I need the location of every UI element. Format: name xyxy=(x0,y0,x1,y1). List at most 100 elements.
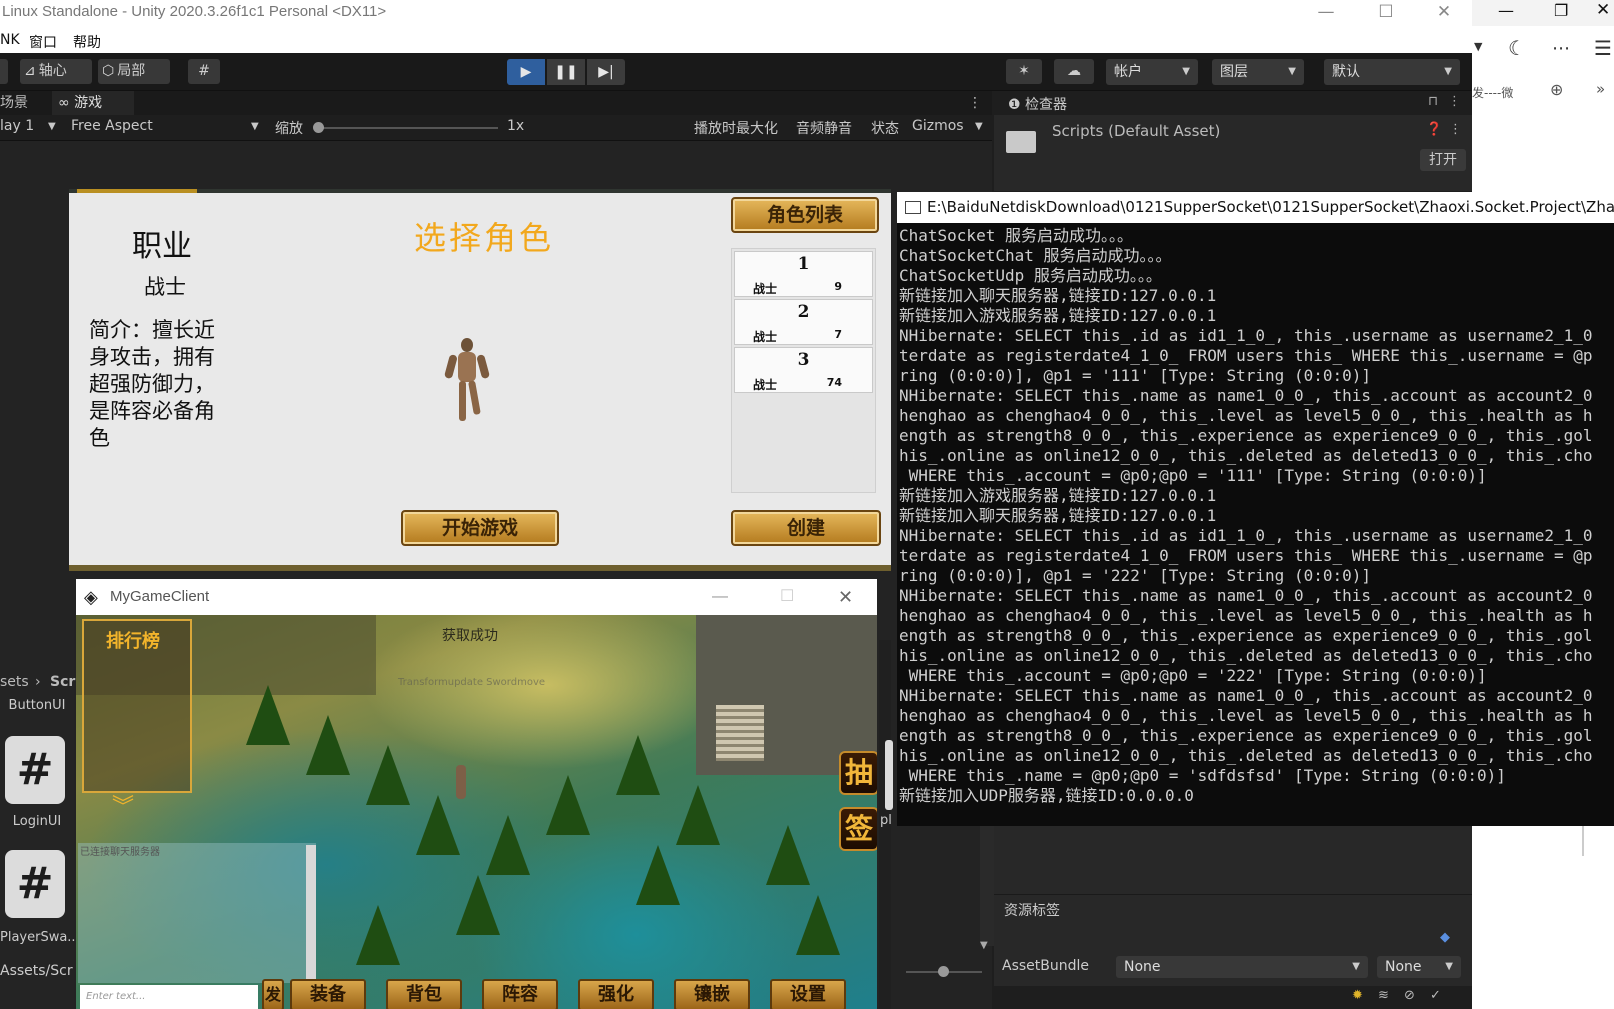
tag-icon[interactable]: ◆ xyxy=(1440,930,1450,945)
maximize-on-play-toggle[interactable]: 播放时最大化 xyxy=(694,118,778,138)
play-button[interactable]: ▶ xyxy=(507,59,545,85)
console-line: ength as strength8_0_0_, this_.experienc… xyxy=(899,726,1593,745)
kebab-menu-icon[interactable]: ⋮ xyxy=(1449,122,1462,137)
enhance-button[interactable]: 强化 xyxy=(578,979,654,1009)
equipment-button[interactable]: 装备 xyxy=(290,979,366,1009)
assetbundle-dropdown[interactable]: None ▼ xyxy=(1116,956,1368,978)
minimize-icon[interactable]: — xyxy=(1298,0,1354,26)
minimize-icon[interactable]: — xyxy=(1498,1,1514,20)
unity-window-title: Linux Standalone - Unity 2020.3.26f1c1 P… xyxy=(2,3,387,20)
pause-icon: ❚❚ xyxy=(554,64,578,80)
stats-toggle[interactable]: 状态 xyxy=(871,118,899,138)
settings-button[interactable]: 设置 xyxy=(770,979,846,1009)
menu-item-nk[interactable]: NK xyxy=(0,32,20,48)
tab-inspector[interactable]: ❶ 检查器 xyxy=(1008,94,1067,114)
console-line: NHibernate: SELECT this_.name as name1_0… xyxy=(899,586,1593,605)
role-card[interactable]: 2 战士 7 xyxy=(734,299,873,345)
draw-button[interactable]: 抽 xyxy=(839,751,877,795)
menu-item-help[interactable]: 帮助 xyxy=(73,32,101,52)
aspect-dropdown[interactable]: Free Aspect xyxy=(71,118,153,134)
check-circle-icon[interactable]: ✓ xyxy=(1430,988,1441,1003)
maximize-icon[interactable]: ☐ xyxy=(1358,0,1414,26)
csharp-script-icon[interactable]: # xyxy=(5,850,65,918)
assetbundle-variant-dropdown[interactable]: None ▼ xyxy=(1377,956,1461,978)
tab-scene[interactable]: 场景 xyxy=(0,91,50,115)
toolbar-edge-button[interactable] xyxy=(0,59,8,84)
bug-icon[interactable]: ✹ xyxy=(1352,988,1363,1003)
close-icon[interactable]: ✕ xyxy=(1596,0,1610,20)
start-game-button[interactable]: 开始游戏 xyxy=(401,510,559,546)
asset-item-label[interactable]: ButtonUI xyxy=(0,698,74,713)
stack-icon[interactable]: ≋ xyxy=(1378,988,1389,1003)
chat-scrollbar[interactable] xyxy=(306,845,316,981)
zoom-slider-handle[interactable] xyxy=(938,966,949,977)
chevron-down-icon: ▼ xyxy=(1445,961,1453,972)
scale-slider-handle[interactable] xyxy=(313,122,324,133)
account-dropdown[interactable]: 帐户 ▼ xyxy=(1106,59,1198,85)
scrollbar-track[interactable] xyxy=(980,826,994,946)
globe-icon: ⊕ xyxy=(1550,80,1564,99)
pause-button[interactable]: ❚❚ xyxy=(547,59,585,85)
grid-snap-button[interactable]: # xyxy=(188,59,220,84)
menu-icon[interactable]: ☰ xyxy=(1594,36,1612,60)
open-button[interactable]: 打开 xyxy=(1420,149,1466,171)
csharp-script-icon[interactable]: # xyxy=(5,736,65,804)
kebab-menu-icon[interactable]: ⋮ xyxy=(1448,94,1461,109)
play-icon: ▶ xyxy=(520,64,532,80)
network-off-icon[interactable]: ⊘ xyxy=(1404,988,1415,1003)
step-button[interactable]: ▶| xyxy=(587,59,625,85)
role-card[interactable]: 3 战士 74 xyxy=(734,347,873,393)
maximize-icon[interactable]: ☐ xyxy=(780,579,794,615)
role-name: 2 xyxy=(797,302,810,322)
display-dropdown[interactable]: lay 1 xyxy=(0,118,34,134)
inlay-button[interactable]: 镶嵌 xyxy=(674,979,750,1009)
lock-icon[interactable]: ⊓ xyxy=(1428,94,1438,109)
restore-icon[interactable]: ❐ xyxy=(1554,1,1568,20)
role-card[interactable]: 1 战士 9 xyxy=(734,251,873,297)
chevron-down-icon[interactable]: ︾ xyxy=(112,789,134,821)
gizmos-toggle[interactable]: Gizmos xyxy=(912,118,964,134)
chevron-down-icon[interactable]: ▼ xyxy=(975,121,983,132)
scrollbar-thumb[interactable] xyxy=(885,740,893,810)
console-line: NHibernate: SELECT this_.name as name1_0… xyxy=(899,386,1593,405)
close-icon[interactable]: ✕ xyxy=(838,579,853,615)
more-icon[interactable]: ⋯ xyxy=(1552,38,1570,59)
help-icon[interactable]: ❓ xyxy=(1426,122,1442,137)
browser-tab-text[interactable]: 发----微 xyxy=(1472,84,1513,101)
layers-dropdown[interactable]: 图层 ▼ xyxy=(1212,59,1304,85)
layout-dropdown[interactable]: 默认 ▼ xyxy=(1324,59,1460,85)
menu-item-window[interactable]: 窗口 xyxy=(29,32,57,52)
chevron-down-icon[interactable]: ▼ xyxy=(980,940,988,951)
mute-audio-toggle[interactable]: 音频静音 xyxy=(796,118,852,138)
class-name: 战士 xyxy=(144,275,186,299)
cloud-button[interactable]: ☁ xyxy=(1054,59,1094,84)
asset-item-label[interactable]: PlayerSwa... xyxy=(0,930,80,945)
bag-button[interactable]: 背包 xyxy=(386,979,462,1009)
collab-button[interactable]: ✶ xyxy=(1006,59,1042,84)
pivot-button[interactable]: ⊿ 轴心 xyxy=(20,59,92,84)
leaderboard-panel[interactable]: 排行榜 xyxy=(82,619,192,793)
tab-game[interactable]: ∞ 游戏 xyxy=(52,91,134,115)
scrollbar[interactable] xyxy=(1582,826,1584,856)
create-button[interactable]: 创建 xyxy=(731,510,881,546)
chat-input[interactable]: Enter text... xyxy=(80,985,258,1009)
console-line: 新链接加入游戏服务器,链接ID:127.0.0.1 xyxy=(899,486,1217,505)
console-line: NHibernate: SELECT this_.id as id1_1_0_,… xyxy=(899,526,1593,545)
scale-slider-track[interactable] xyxy=(318,127,498,129)
local-button[interactable]: ⬡ 局部 xyxy=(98,59,170,84)
breadcrumb-sets[interactable]: sets xyxy=(0,674,29,690)
chevron-down-icon[interactable]: ▼ xyxy=(1474,40,1482,53)
console-line: WHERE this_.account = @p0;@p0 = '111' [T… xyxy=(899,466,1487,485)
moon-icon[interactable]: ☾ xyxy=(1508,36,1526,60)
asset-item-label[interactable]: LoginUI xyxy=(0,814,74,829)
console-line: 新链接加入聊天服务器,链接ID:127.0.0.1 xyxy=(899,506,1217,525)
kebab-menu-icon[interactable]: ⋮ xyxy=(968,91,988,115)
minimize-icon[interactable]: — xyxy=(712,579,728,615)
close-icon[interactable]: ✕ xyxy=(1416,0,1472,26)
console-line: henghao as chenghao4_0_0_, this_.level a… xyxy=(899,406,1593,425)
send-button[interactable]: 发 xyxy=(262,979,284,1009)
console-line: ChatSocketUdp 服务启动成功。。。 xyxy=(899,266,1162,285)
chevron-right-icon[interactable]: » xyxy=(1596,80,1605,98)
lineup-button[interactable]: 阵容 xyxy=(482,979,558,1009)
sign-in-button[interactable]: 签 xyxy=(839,807,877,851)
